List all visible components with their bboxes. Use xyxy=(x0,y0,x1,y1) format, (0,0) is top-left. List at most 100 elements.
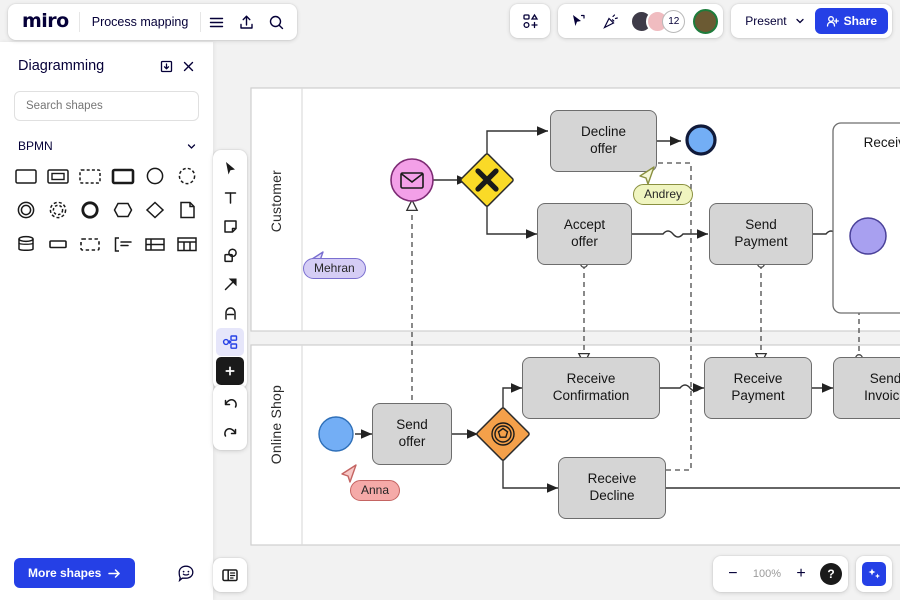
panel-footer: More shapes xyxy=(0,546,213,600)
lane-label-online-shop: Online Shop xyxy=(268,385,284,464)
data-store-shape[interactable] xyxy=(10,229,42,259)
pool-shape[interactable] xyxy=(139,229,171,259)
node-label: SendPayment xyxy=(734,217,787,251)
ai-assistant-button[interactable] xyxy=(856,556,892,592)
cursor-label-andrey: Andrey xyxy=(633,184,693,205)
node-label: Receive xyxy=(864,135,900,152)
zoom-group: − 100% + ? xyxy=(713,556,848,592)
pin-panel-icon[interactable] xyxy=(155,55,177,77)
frames-panel-button[interactable] xyxy=(213,558,247,592)
bpmn-shape-grid xyxy=(0,157,213,263)
undo-arrow-icon[interactable] xyxy=(216,389,244,417)
group-shape[interactable] xyxy=(42,229,74,259)
data-object-shape[interactable] xyxy=(171,195,203,225)
diagramming-panel: Diagramming BPMN xyxy=(0,42,213,600)
creation-toolbar xyxy=(213,150,247,389)
cursor-share-icon[interactable] xyxy=(563,6,593,36)
node-label: SendInvoice xyxy=(864,371,900,405)
call-activity-shape[interactable] xyxy=(107,161,139,191)
gateway-shape[interactable] xyxy=(139,195,171,225)
hexagon-shape[interactable] xyxy=(107,195,139,225)
present-label: Present xyxy=(745,14,786,28)
start-event-online-shop[interactable] xyxy=(319,417,353,451)
end-event-decline[interactable] xyxy=(687,126,715,154)
node-label: Declineoffer xyxy=(581,124,626,158)
node-label: ReceiveConfirmation xyxy=(553,371,630,405)
bpmn-section-header[interactable]: BPMN xyxy=(0,131,213,157)
text-tool[interactable] xyxy=(216,183,244,211)
select-tool[interactable] xyxy=(216,154,244,182)
avatar-stack[interactable]: 12 xyxy=(630,10,685,33)
task-dashed-shape[interactable] xyxy=(74,161,106,191)
redo-arrow-icon[interactable] xyxy=(216,418,244,446)
apps-group xyxy=(510,4,550,38)
more-apps-tool[interactable] xyxy=(216,357,244,385)
collab-group: 12 xyxy=(558,4,723,38)
node-label: ReceiveDecline xyxy=(588,471,637,505)
upload-icon[interactable] xyxy=(231,7,261,37)
topbar-left: miro Process mapping xyxy=(8,4,297,40)
user-add-icon xyxy=(826,15,839,28)
share-button[interactable]: Share xyxy=(815,8,888,34)
chevron-down-icon[interactable] xyxy=(186,141,197,152)
arrow-right-icon xyxy=(108,568,121,579)
sticky-note-tool[interactable] xyxy=(216,212,244,240)
diagramming-tool[interactable] xyxy=(216,328,244,356)
node-decline-offer[interactable]: Declineoffer xyxy=(550,110,657,172)
lane-label-customer: Customer xyxy=(268,170,284,232)
cursor-label-mehran: Mehran xyxy=(303,258,366,279)
panel-header: Diagramming xyxy=(0,42,213,85)
history-toolbar xyxy=(213,385,247,450)
avatar-current-user[interactable] xyxy=(693,9,718,34)
apps-grid-icon[interactable] xyxy=(515,6,545,36)
board-title[interactable]: Process mapping xyxy=(80,15,201,29)
end-event-shape[interactable] xyxy=(74,195,106,225)
lane-shape[interactable] xyxy=(171,229,203,259)
present-button[interactable]: Present xyxy=(735,8,812,34)
present-share-group: Present Share xyxy=(731,4,892,38)
event-dashed-shape[interactable] xyxy=(171,161,203,191)
zoom-level[interactable]: 100% xyxy=(749,568,785,580)
close-icon[interactable] xyxy=(177,55,199,77)
node-receive-decline[interactable]: ReceiveDecline xyxy=(558,457,666,519)
miro-logo[interactable]: miro xyxy=(14,10,79,34)
help-button[interactable]: ? xyxy=(820,563,842,585)
ai-sparkle-icon xyxy=(862,562,886,586)
node-label: Acceptoffer xyxy=(564,217,605,251)
node-label: ReceivePayment xyxy=(731,371,784,405)
panel-title: Diagramming xyxy=(18,58,155,74)
dashed-group-shape[interactable] xyxy=(74,229,106,259)
more-shapes-button[interactable]: More shapes xyxy=(14,558,135,588)
node-accept-offer[interactable]: Acceptoffer xyxy=(537,203,632,265)
feedback-smiley-icon[interactable] xyxy=(173,560,199,586)
subprocess-shape[interactable] xyxy=(42,161,74,191)
node-send-offer[interactable]: Sendoffer xyxy=(372,403,452,465)
node-send-payment[interactable]: SendPayment xyxy=(709,203,813,265)
party-popper-icon[interactable] xyxy=(595,6,625,36)
hamburger-menu-icon[interactable] xyxy=(201,7,231,37)
intermediate-event-shape[interactable] xyxy=(10,195,42,225)
node-receive-subprocess[interactable]: Receive xyxy=(833,123,900,185)
shapes-tool[interactable] xyxy=(216,241,244,269)
search-shapes-wrapper xyxy=(0,85,213,131)
intermediate-event-invoice[interactable] xyxy=(850,218,886,254)
intermediate-dashed-event-shape[interactable] xyxy=(42,195,74,225)
task-shape[interactable] xyxy=(10,161,42,191)
more-shapes-label: More shapes xyxy=(28,566,101,580)
pen-draw-tool[interactable] xyxy=(216,299,244,327)
connection-line-tool[interactable] xyxy=(216,270,244,298)
node-receive-payment[interactable]: ReceivePayment xyxy=(704,357,812,419)
share-label: Share xyxy=(844,14,877,28)
annotation-shape[interactable] xyxy=(107,229,139,259)
search-icon[interactable] xyxy=(261,7,291,37)
node-send-invoice[interactable]: SendInvoice xyxy=(833,357,900,419)
search-shapes-input[interactable] xyxy=(14,91,199,121)
zoom-in-button[interactable]: + xyxy=(787,560,815,588)
zoom-out-button[interactable]: − xyxy=(719,560,747,588)
message-start-event[interactable] xyxy=(391,159,433,201)
node-receive-confirmation[interactable]: ReceiveConfirmation xyxy=(522,357,660,419)
collaborator-count[interactable]: 12 xyxy=(662,10,685,33)
start-event-shape[interactable] xyxy=(139,161,171,191)
zoom-toolbar: − 100% + ? xyxy=(713,556,892,592)
bpmn-section-label: BPMN xyxy=(18,139,186,153)
